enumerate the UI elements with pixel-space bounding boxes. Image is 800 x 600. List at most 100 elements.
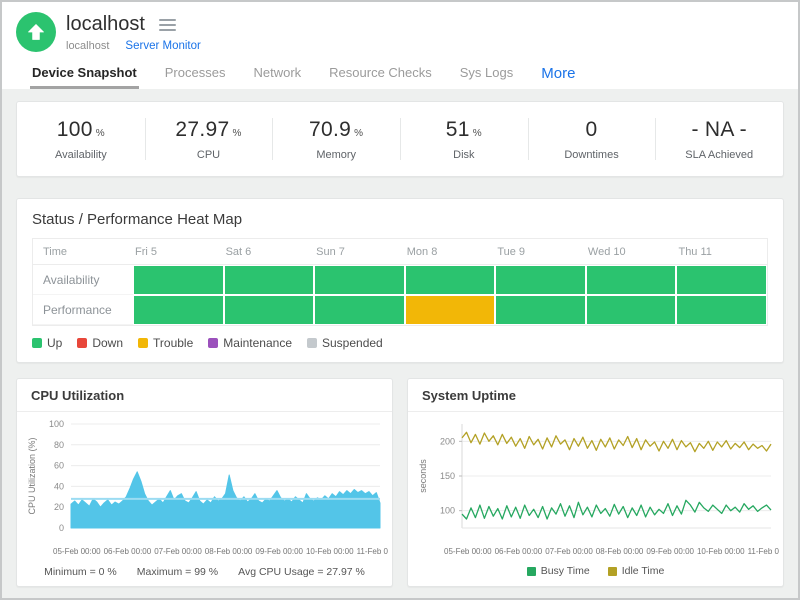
breadcrumb: localhost Server Monitor [66,40,201,52]
svg-text:CPU Utilization (%): CPU Utilization (%) [27,437,37,514]
stats-bar: 100%Availability 27.97% CPU 70.9%Memory51%D… [16,101,784,177]
legend-label-maintenance: Maintenance [223,336,292,350]
heatmap-day-header-sun-7: Sun 7 [314,239,405,264]
idle-time-legend-label: Idle Time [622,565,665,577]
svg-text:100: 100 [440,506,455,516]
svg-text:seconds: seconds [418,459,428,493]
x-tick-label: 09-Feb 00:00 [646,547,694,556]
stat-label-availability: Availability [55,149,107,161]
x-tick-label: 08-Feb 00:00 [205,547,253,556]
down-swatch-icon [77,338,87,348]
heatmap-title: Status / Performance Heat Map [32,211,768,228]
stat-value-sla-achieved: - NA - [691,118,746,142]
heatmap-cell-performance-thu-11 [676,295,767,325]
stat-value-cpu: 27.97% [175,118,241,142]
heatmap-cell-availability-sun-7 [314,265,405,295]
heatmap-day-header-fri-5: Fri 5 [133,239,224,264]
legend-item-up: Up [32,336,62,350]
svg-text:40: 40 [54,481,64,491]
svg-text:20: 20 [54,502,64,512]
stat-value-memory: 70.9% [309,118,363,142]
heatmap-cell-performance-mon-8 [405,295,496,325]
page-title: localhost [66,13,145,36]
x-tick-label: 10-Feb 00:00 [306,547,354,556]
maintenance-swatch-icon [208,338,218,348]
suspended-swatch-icon [307,338,317,348]
stat-label-sla-achieved: SLA Achieved [685,149,753,161]
x-tick-label: 11-Feb 0 [357,547,388,556]
trouble-swatch-icon [138,338,148,348]
heatmap-cell-performance-sun-7 [314,295,405,325]
heatmap-cell-performance-tue-9 [495,295,586,325]
heatmap-cell-performance-wed-10 [586,295,677,325]
heatmap-cell-availability-tue-9 [495,265,586,295]
uptime-chart-title: System Uptime [408,379,783,412]
breadcrumb-device: localhost [66,40,109,52]
stat-label-downtimes: Downtimes [564,149,618,161]
tab-device-snapshot[interactable]: Device Snapshot [30,61,139,89]
heatmap-day-header-thu-11: Thu 11 [676,239,767,264]
heatmap-legend: UpDownTroubleMaintenanceSuspended [32,336,768,350]
x-tick-label: 07-Feb 00:00 [545,547,593,556]
legend-label-up: Up [47,336,62,350]
stat-sla-achieved: - NA - SLA Achieved [655,102,783,176]
heatmap-cell-availability-thu-11 [676,265,767,295]
heatmap-row-performance: Performance [33,295,767,325]
x-tick-label: 10-Feb 00:00 [697,547,745,556]
stat-availability: 100%Availability [17,102,145,176]
stat-label-cpu: CPU [197,149,220,161]
content: 100%Availability 27.97% CPU 70.9%Memory51%D… [2,89,798,600]
x-tick-label: 08-Feb 00:00 [596,547,644,556]
cpu-footer-stats: Minimum = 0 % Maximum = 99 % Avg CPU Usa… [17,566,392,578]
heatmap-card: Status / Performance Heat Map TimeFri 5S… [16,198,784,363]
x-tick-label: 11-Feb 0 [748,547,779,556]
heatmap-cell-performance-sat-6 [224,295,315,325]
heatmap-day-header-mon-8: Mon 8 [405,239,496,264]
svg-text:60: 60 [54,461,64,471]
heatmap-row-label: Availability [33,265,133,295]
uptime-legend: Busy TimeIdle Time [408,565,783,577]
stat-value-downtimes: 0 [586,118,598,142]
system-uptime-card: System Uptime 100150200seconds 05-Feb 00… [407,378,784,587]
svg-text:80: 80 [54,440,64,450]
tabs: Device Snapshot Processes Network Resource … [16,61,784,89]
up-arrow-icon [26,22,46,42]
heatmap-cell-availability-mon-8 [405,265,496,295]
svg-text:150: 150 [440,471,455,481]
stat-memory: 70.9%Memory [272,102,400,176]
heatmap-day-header-sat-6: Sat 6 [224,239,315,264]
up-swatch-icon [32,338,42,348]
cpu-utilization-card: CPU Utilization 020406080100CPU Utilizat… [16,378,393,587]
tab-network[interactable]: Network [251,61,303,89]
x-tick-label: 05-Feb 00:00 [444,547,492,556]
legend-item-maintenance: Maintenance [208,336,292,350]
heatmap-cell-availability-fri-5 [133,265,224,295]
x-tick-label: 09-Feb 00:00 [255,547,303,556]
legend-label-suspended: Suspended [322,336,383,350]
tab-more[interactable]: More [539,61,577,89]
stat-label-disk: Disk [453,149,474,161]
heatmap-table: TimeFri 5Sat 6Sun 7Mon 8Tue 9Wed 10Thu 1… [32,238,768,326]
tab-processes[interactable]: Processes [163,61,228,89]
cpu-minimum: Minimum = 0 % [44,566,117,578]
app-window: localhost localhost Server Monitor Devic… [0,0,800,600]
stat-downtimes: 0 Downtimes [528,102,656,176]
menu-icon[interactable] [157,17,178,33]
device-status-badge [16,12,56,52]
legend-label-down: Down [92,336,123,350]
cpu-chart-title: CPU Utilization [17,379,392,412]
cpu-utilization-chart: 020406080100CPU Utilization (%) [25,416,388,542]
heatmap-cell-performance-fri-5 [133,295,224,325]
cpu-maximum: Maximum = 99 % [137,566,218,578]
heatmap-day-header-wed-10: Wed 10 [586,239,677,264]
busy-time-swatch-icon [527,567,536,576]
heatmap-time-header: Time [33,239,133,264]
heatmap-header-row: TimeFri 5Sat 6Sun 7Mon 8Tue 9Wed 10Thu 1… [33,239,767,265]
stat-disk: 51%Disk [400,102,528,176]
stat-cpu: 27.97% CPU [145,102,273,176]
tab-sys-logs[interactable]: Sys Logs [458,61,515,89]
breadcrumb-category-link[interactable]: Server Monitor [125,40,200,52]
tab-resource-checks[interactable]: Resource Checks [327,61,434,89]
svg-text:0: 0 [59,523,64,533]
heatmap-row-label: Performance [33,295,133,325]
